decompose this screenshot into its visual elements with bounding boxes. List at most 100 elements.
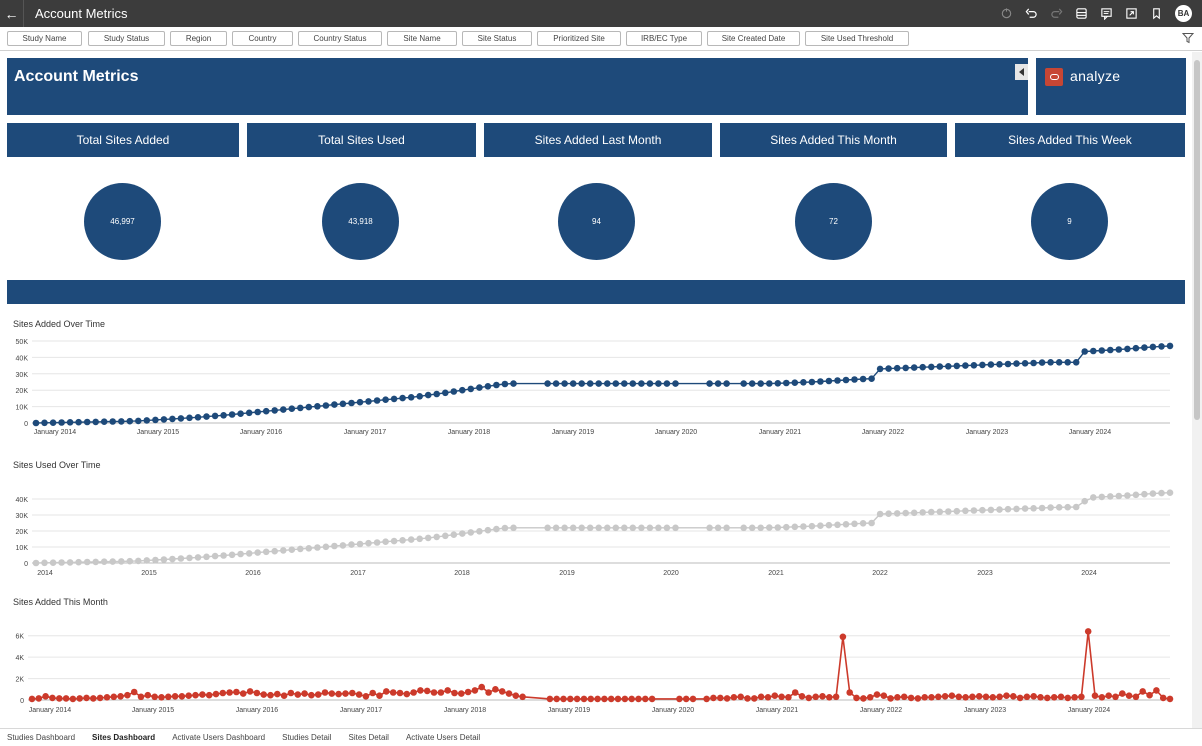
data-point[interactable] xyxy=(580,695,588,703)
data-point[interactable] xyxy=(471,687,479,694)
data-point[interactable] xyxy=(382,396,389,403)
data-point[interactable] xyxy=(254,549,261,556)
data-point[interactable] xyxy=(437,689,445,696)
data-point[interactable] xyxy=(1098,694,1106,701)
data-point[interactable] xyxy=(945,363,952,370)
data-point[interactable] xyxy=(186,414,193,422)
data-point[interactable] xyxy=(560,695,567,703)
data-point[interactable] xyxy=(433,533,441,541)
data-point[interactable] xyxy=(979,361,986,369)
data-point[interactable] xyxy=(717,694,724,702)
data-point[interactable] xyxy=(975,693,983,700)
data-point[interactable] xyxy=(356,540,364,548)
data-point[interactable] xyxy=(271,547,279,555)
data-point[interactable] xyxy=(1084,628,1092,635)
data-point[interactable] xyxy=(335,690,342,698)
data-point[interactable] xyxy=(873,691,881,698)
data-point[interactable] xyxy=(552,524,560,532)
data-point[interactable] xyxy=(764,694,772,701)
data-point[interactable] xyxy=(805,694,813,702)
data-point[interactable] xyxy=(706,524,713,532)
data-point[interactable] xyxy=(305,403,313,411)
data-point[interactable] xyxy=(1124,345,1131,353)
data-point[interactable] xyxy=(498,688,506,695)
data-point[interactable] xyxy=(1166,342,1174,350)
data-point[interactable] xyxy=(254,408,261,416)
data-point[interactable] xyxy=(339,400,347,408)
data-point[interactable] xyxy=(444,687,452,694)
data-point[interactable] xyxy=(130,688,138,696)
data-point[interactable] xyxy=(800,523,807,530)
data-point[interactable] xyxy=(442,389,449,397)
data-point[interactable] xyxy=(723,695,731,702)
data-point[interactable] xyxy=(629,524,637,532)
data-point[interactable] xyxy=(83,418,91,426)
data-point[interactable] xyxy=(887,695,894,702)
data-point[interactable] xyxy=(211,412,219,420)
data-point[interactable] xyxy=(267,691,274,699)
data-point[interactable] xyxy=(825,521,833,529)
data-point[interactable] xyxy=(1013,505,1020,513)
data-point[interactable] xyxy=(962,507,969,515)
vertical-scrollbar[interactable] xyxy=(1192,52,1202,728)
data-point[interactable] xyxy=(109,418,116,425)
data-point[interactable] xyxy=(331,401,338,408)
data-point[interactable] xyxy=(185,692,192,699)
data-point[interactable] xyxy=(450,531,458,538)
data-point[interactable] xyxy=(355,691,363,698)
data-point[interactable] xyxy=(544,524,551,532)
data-point[interactable] xyxy=(1055,504,1063,511)
data-point[interactable] xyxy=(1090,494,1097,501)
data-point[interactable] xyxy=(42,693,49,700)
data-point[interactable] xyxy=(834,377,841,384)
data-point[interactable] xyxy=(866,694,874,701)
data-point[interactable] xyxy=(655,524,662,532)
data-point[interactable] xyxy=(1090,347,1097,355)
data-point[interactable] xyxy=(996,506,1003,513)
data-point[interactable] xyxy=(621,695,629,703)
data-point[interactable] xyxy=(783,523,790,531)
data-point[interactable] xyxy=(314,691,322,698)
data-point[interactable] xyxy=(28,695,36,703)
data-point[interactable] xyxy=(1153,687,1160,694)
data-point[interactable] xyxy=(791,379,799,386)
data-point[interactable] xyxy=(69,695,77,703)
data-point[interactable] xyxy=(604,524,611,532)
data-point[interactable] xyxy=(124,691,131,699)
data-point[interactable] xyxy=(1010,693,1017,700)
data-point[interactable] xyxy=(1115,492,1123,500)
data-point[interactable] xyxy=(1047,504,1054,511)
data-point[interactable] xyxy=(314,403,321,410)
data-point[interactable] xyxy=(212,690,220,698)
data-point[interactable] xyxy=(839,633,847,641)
data-point[interactable] xyxy=(301,690,308,697)
data-point[interactable] xyxy=(512,692,520,699)
data-point[interactable] xyxy=(1064,359,1071,366)
data-point[interactable] xyxy=(706,380,713,387)
data-point[interactable] xyxy=(771,692,779,699)
data-point[interactable] xyxy=(321,689,329,696)
data-point[interactable] xyxy=(416,535,424,543)
data-point[interactable] xyxy=(228,551,236,559)
data-point[interactable] xyxy=(851,520,858,528)
data-point[interactable] xyxy=(246,688,254,695)
data-point[interactable] xyxy=(628,695,635,703)
data-point[interactable] xyxy=(160,416,168,423)
data-point[interactable] xyxy=(902,364,909,372)
data-point[interactable] xyxy=(178,693,186,700)
data-point[interactable] xyxy=(996,361,1003,368)
filter-study-status[interactable]: Study Status xyxy=(88,31,165,46)
data-point[interactable] xyxy=(1023,693,1031,701)
data-point[interactable] xyxy=(1055,359,1063,366)
filter-region[interactable]: Region xyxy=(170,31,227,46)
data-point[interactable] xyxy=(49,419,57,426)
data-point[interactable] xyxy=(158,694,165,701)
data-point[interactable] xyxy=(672,380,679,387)
data-point[interactable] xyxy=(407,536,415,543)
data-point[interactable] xyxy=(1124,492,1131,499)
data-point[interactable] xyxy=(403,690,411,698)
data-point[interactable] xyxy=(962,694,969,701)
data-point[interactable] xyxy=(365,398,372,405)
data-point[interactable] xyxy=(621,380,628,387)
filter-country-status[interactable]: Country Status xyxy=(298,31,382,46)
